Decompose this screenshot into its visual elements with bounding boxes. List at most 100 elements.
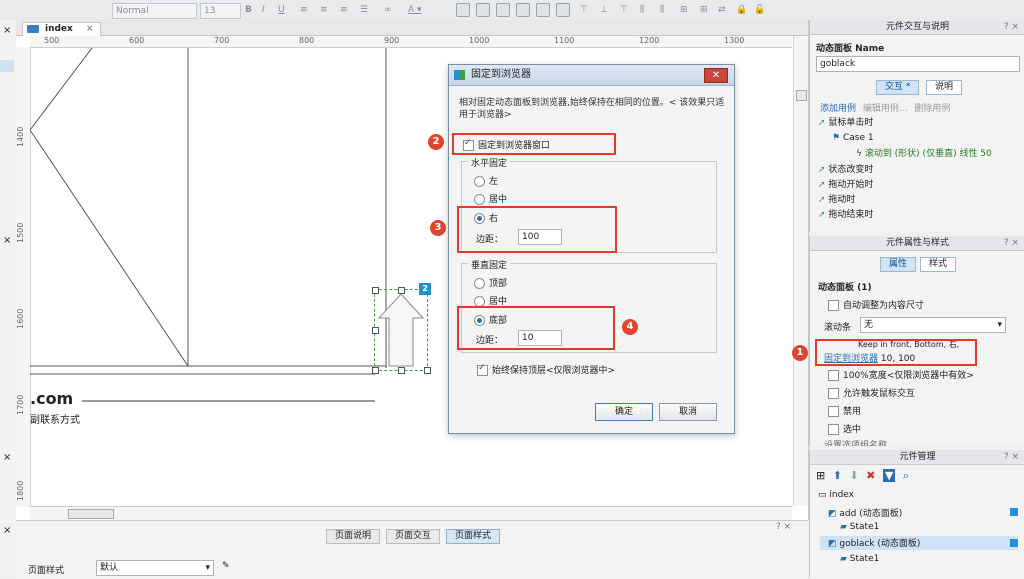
widget-name-input[interactable]: goblack [816,56,1020,72]
ok-button[interactable]: 确定 [595,403,653,421]
search-icon[interactable]: ⌕ [903,469,909,482]
align-objects-icon[interactable] [536,3,550,17]
radio-top[interactable]: 顶部 [474,276,507,289]
tree-item-state[interactable]: ▰ State1 [840,522,879,532]
tab-page-notes[interactable]: 页面说明 [326,529,381,544]
scroll-thumb[interactable] [68,509,114,519]
auto-fit-option[interactable]: 自动调整为内容尺寸 [828,298,924,311]
help-icon[interactable]: ? × [776,522,791,532]
bullet-icon[interactable]: ☰ [360,3,368,17]
distribute-h-icon[interactable]: ⫼ [640,3,644,17]
distribute-v-icon[interactable]: ⫼ [660,3,664,17]
event-state-change[interactable]: ➚ 状态改变时 [818,164,873,177]
tree-item-state[interactable]: ▰ State1 [840,554,879,564]
scrollbar-select[interactable]: 无 ▾ [860,317,1006,333]
goblack-widget[interactable] [372,287,431,374]
style-select[interactable]: Normal [112,3,197,19]
unlock-icon[interactable]: 🔓 [754,3,765,17]
ungroup-icon[interactable] [516,3,530,17]
keep-top-option[interactable]: 始终保持顶层<仅限浏览器中> [477,363,615,376]
tree-item-index[interactable]: ▭ index [818,490,854,500]
tab-style[interactable]: 样式 [920,257,957,272]
add-case-link[interactable]: 添加用例 [820,104,856,114]
align-bottom-icon[interactable]: ⊤ [620,3,628,17]
tab-notes[interactable]: 说明 [926,80,963,95]
resize-handle[interactable] [398,287,405,294]
flip-icon[interactable]: ⇄ [718,3,726,17]
event-drag[interactable]: ➚ 拖动时 [818,194,855,207]
center-v-icon[interactable]: ⊞ [700,3,708,17]
radio-left[interactable]: 左 [474,174,498,187]
tab-interactions[interactable]: 交互 * [876,80,920,95]
resize-handle[interactable] [398,367,405,374]
close-icon[interactable]: × [3,235,11,246]
tab-properties[interactable]: 属性 [880,257,917,272]
canvas-horizontal-scrollbar[interactable] [30,506,792,520]
italic-icon[interactable]: I [262,3,265,17]
align-right-icon[interactable]: ≡ [340,3,348,17]
case-item[interactable]: ⚑ Case 1 [832,132,874,145]
annotation-badge: 4 [622,319,638,335]
group-icon[interactable] [496,3,510,17]
full-width-option[interactable]: 100%宽度<仅限浏览器中有效> [828,368,974,381]
link-icon[interactable]: ∞ [384,3,392,17]
center-h-icon[interactable]: ⊞ [680,3,688,17]
tree-icon[interactable]: ⊞ [816,469,825,482]
edit-style-icon[interactable]: ✎ [222,561,230,571]
ruler-tick: 1600 [16,308,25,329]
event-drag-start[interactable]: ➚ 拖动开始时 [818,179,873,192]
resize-handle[interactable] [372,367,379,374]
delete-case-link[interactable]: 删除用例 [914,104,950,114]
edit-case-link[interactable]: 编辑用例... [863,104,908,114]
option-label: 自动调整为内容尺寸 [843,301,925,311]
tree-item-goblack[interactable]: ◩ goblack (动态面板) [820,536,1018,550]
resize-handle[interactable] [424,367,431,374]
resize-handle[interactable] [372,287,379,294]
disabled-option[interactable]: 禁用 [828,404,861,417]
highlight-box [457,306,615,350]
help-icon[interactable]: ? × [1004,450,1019,464]
action-item[interactable]: ϟ 滚动到 (形状) (仅垂直) 线性 50 [856,148,992,161]
close-icon[interactable]: ✕ [704,68,728,83]
close-icon[interactable]: × [86,24,94,34]
distribute-icon[interactable] [556,3,570,17]
radio-label: 顶部 [489,279,508,289]
move-up-icon[interactable]: ⬆ [833,469,842,482]
font-color-icon[interactable]: A ▾ [408,3,422,17]
delete-icon[interactable]: ✖ [866,469,875,482]
align-top-icon[interactable]: ⊤ [580,3,588,17]
bring-front-icon[interactable] [456,3,470,17]
lock-icon[interactable]: 🔒 [736,3,747,17]
tab-index[interactable]: index × [22,22,101,36]
close-icon[interactable]: × [3,525,11,536]
help-icon[interactable]: ? × [1004,236,1019,250]
help-icon[interactable]: ? × [1004,20,1019,34]
allow-trigger-option[interactable]: 允许触发鼠标交互 [828,386,915,399]
align-left-icon[interactable]: ≡ [300,3,308,17]
bold-icon[interactable]: B [245,3,252,17]
event-drag-end[interactable]: ➚ 拖动结束时 [818,209,873,222]
canvas-vertical-scrollbar[interactable] [793,36,808,506]
align-center-icon[interactable]: ≡ [320,3,328,17]
font-size-select[interactable]: 13 [200,3,241,19]
filter-icon[interactable]: ▼ [882,469,896,482]
align-middle-icon[interactable]: ⊥ [600,3,608,17]
radio-center[interactable]: 居中 [474,192,507,205]
send-back-icon[interactable] [476,3,490,17]
section-dynamic-panel[interactable]: 动态面板 (1) [818,280,872,293]
tab-page-interactions[interactable]: 页面交互 [386,529,441,544]
visibility-icon[interactable] [1010,539,1018,547]
selected-option[interactable]: 选中 [828,422,861,435]
tab-page-style[interactable]: 页面样式 [446,529,501,544]
close-icon[interactable]: × [3,25,11,36]
resize-handle[interactable] [372,327,379,334]
visibility-icon[interactable] [1010,508,1018,516]
underline-icon[interactable]: U [278,3,285,17]
scroll-thumb[interactable] [796,90,807,101]
cancel-button[interactable]: 取消 [659,403,717,421]
page-style-select[interactable]: 默认 ▾ [96,560,214,576]
close-icon[interactable]: × [3,452,11,463]
event-click[interactable]: ➚ 鼠标单击时 [818,117,873,130]
move-down-icon[interactable]: ⬇ [849,469,858,482]
tree-item-add[interactable]: ◩ add (动态面板) [828,506,1018,519]
